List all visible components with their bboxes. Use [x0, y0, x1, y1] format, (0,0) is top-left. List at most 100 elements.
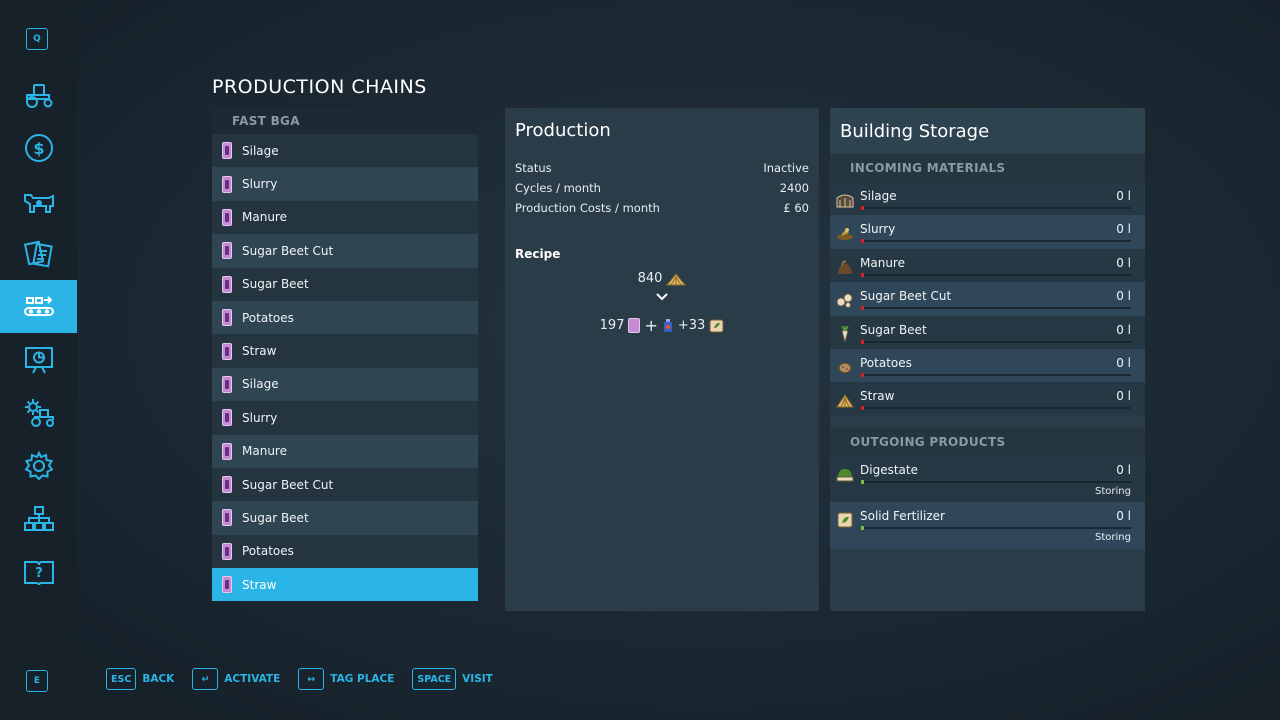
production-chain-icon: [23, 295, 54, 316]
status-line: Status Inactive: [515, 161, 809, 175]
storage-item-value: 0 l: [1116, 355, 1131, 370]
sidebar-item-contracts[interactable]: [0, 227, 77, 280]
chain-row[interactable]: Manure: [212, 434, 478, 468]
storage-item-name: Sugar Beet Cut: [860, 289, 952, 304]
chain-row-label: Slurry: [242, 410, 278, 425]
activate-button[interactable]: ↵ ACTIVATE: [192, 668, 280, 690]
manure-icon: [838, 260, 852, 274]
chain-row-selected[interactable]: Straw: [212, 568, 478, 602]
tag-place-button[interactable]: ↔ TAG PLACE: [298, 668, 394, 690]
storage-item-value: 0 l: [1116, 509, 1131, 524]
chain-row[interactable]: Slurry: [212, 167, 478, 201]
sidebar-item-network[interactable]: [0, 492, 77, 545]
garage-icon: [24, 398, 54, 427]
recipe-input-amount: 197: [599, 318, 625, 333]
chain-row[interactable]: Silage: [212, 134, 478, 168]
visit-label: VISIT: [462, 673, 493, 685]
fill-level-bar: [861, 206, 1131, 210]
fuel-can-icon: [222, 175, 232, 193]
storage-row: Straw 0 l: [830, 382, 1145, 416]
sugar-beet-cut-icon: [836, 293, 853, 309]
fuel-can-icon: [222, 208, 232, 226]
sidebar-item-finances[interactable]: $: [0, 121, 77, 174]
recipe-inputs: 197 + +33: [505, 316, 819, 335]
storage-item-value: 0 l: [1116, 289, 1131, 304]
chain-row[interactable]: Potatoes: [212, 534, 478, 569]
production-panel: Production Status Inactive Cycles / mont…: [505, 108, 819, 611]
chain-row[interactable]: Silage: [212, 367, 478, 402]
storage-item-value: 0 l: [1116, 189, 1131, 203]
recipe-plus: +: [644, 316, 658, 335]
digestate-icon: [836, 468, 854, 482]
chain-row-label: Sugar Beet Cut: [242, 477, 334, 492]
chain-row-label: Silage: [242, 377, 279, 392]
storage-item-name: Digestate: [860, 462, 918, 477]
chain-row[interactable]: Sugar Beet: [212, 501, 478, 535]
fill-level-bar: [861, 526, 1131, 531]
sidebar-item-settings[interactable]: [0, 439, 77, 492]
sidebar-item-help[interactable]: ?: [0, 545, 77, 598]
cycles-label: Cycles / month: [515, 181, 601, 195]
silage-icon: [836, 194, 854, 208]
fuel-can-icon: [628, 318, 641, 333]
storage-item-value: 0 l: [1116, 255, 1131, 270]
costs-label: Production Costs / month: [515, 201, 660, 215]
tag-place-label: TAG PLACE: [330, 673, 395, 685]
storage-row: Manure 0 l: [830, 248, 1145, 283]
footer-key-hints: ESC BACK ↵ ACTIVATE ↔ TAG PLACE SPACE VI…: [106, 668, 493, 690]
storage-item-status: Storing: [1095, 532, 1131, 544]
outgoing-header: OUTGOING PRODUCTS: [830, 427, 1145, 456]
storage-title: Building Storage: [830, 108, 1145, 154]
fill-level-bar: [861, 339, 1131, 344]
fuel-can-icon: [222, 142, 232, 160]
fuel-can-icon: [222, 576, 232, 594]
key-hint-q: Q: [26, 28, 48, 50]
chain-row[interactable]: Slurry: [212, 401, 478, 435]
sidebar-item-vehicles[interactable]: [0, 68, 77, 121]
page-title: PRODUCTION CHAINS: [212, 76, 427, 98]
fuel-can-icon: [222, 409, 232, 427]
chain-row-label: Straw: [242, 344, 277, 359]
chain-group-header: FAST BGA: [212, 108, 478, 134]
recipe-output: 840: [505, 271, 819, 286]
storage-row: Sugar Beet Cut 0 l: [830, 282, 1145, 316]
chain-row-label: Manure: [242, 210, 287, 225]
cycles-line: Cycles / month 2400: [515, 181, 809, 195]
chain-row-label: Manure: [242, 444, 287, 459]
sidebar-item-animals[interactable]: [0, 174, 77, 227]
costs-line: Production Costs / month £ 60: [515, 201, 809, 215]
chain-row[interactable]: Potatoes: [212, 300, 478, 335]
fill-level-bar: [861, 306, 1131, 311]
visit-button[interactable]: SPACE VISIT: [412, 668, 493, 690]
storage-item-name: Potatoes: [860, 355, 912, 370]
storage-row: Solid Fertilizer 0 l Storing: [830, 502, 1145, 549]
straw-icon: [666, 272, 687, 285]
chain-row[interactable]: Straw: [212, 334, 478, 368]
chevron-down-icon: [656, 293, 668, 301]
fuel-can-icon: [222, 309, 232, 327]
slurry-icon: [837, 228, 853, 241]
sidebar-item-statistics[interactable]: [0, 333, 77, 386]
sugar-beet-icon: [841, 325, 849, 342]
sidebar-item-garage[interactable]: [0, 386, 77, 439]
production-chain-list: FAST BGA Silage Slurry Manure Sugar Beet…: [212, 108, 478, 602]
chain-row[interactable]: Sugar Beet: [212, 267, 478, 301]
storage-item-name: Sugar Beet: [860, 322, 927, 337]
chain-row[interactable]: Sugar Beet Cut: [212, 234, 478, 268]
straw-icon: [836, 394, 854, 408]
sidebar-item-production[interactable]: [0, 280, 77, 333]
space-key-badge: SPACE: [412, 668, 457, 690]
chain-row[interactable]: Sugar Beet Cut: [212, 467, 478, 502]
contracts-icon: [23, 240, 53, 267]
chain-row[interactable]: Manure: [212, 200, 478, 235]
potatoes-icon: [838, 362, 852, 374]
storage-item-value: 0 l: [1116, 462, 1131, 477]
recipe-arrow: [505, 291, 819, 305]
storage-item-value: 0 l: [1116, 222, 1131, 237]
fuel-can-icon: [222, 342, 232, 360]
key-hint-e: E: [26, 670, 48, 692]
cycles-value: 2400: [779, 181, 809, 195]
storage-row: Digestate 0 l Storing: [830, 455, 1145, 503]
back-button[interactable]: ESC BACK: [106, 668, 174, 690]
chain-row-label: Potatoes: [242, 544, 294, 559]
